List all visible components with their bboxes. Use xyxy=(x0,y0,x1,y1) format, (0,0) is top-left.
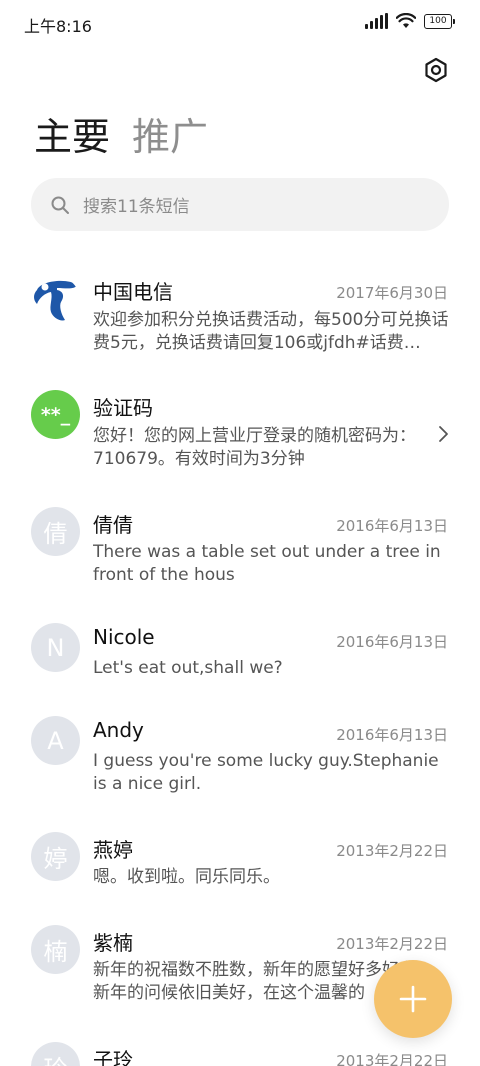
conversation-item[interactable]: N Nicole 2016年6月13日 Let's eat out,shall … xyxy=(0,619,480,699)
conversation-date: 2013年2月22日 xyxy=(336,842,448,860)
conversation-date: 2013年2月22日 xyxy=(336,1052,448,1066)
conversation-name: 紫楠 xyxy=(93,931,133,955)
avatar: A xyxy=(31,716,80,765)
conversation-item[interactable]: 玲 子玲 2013年2月22日 xyxy=(0,1038,480,1066)
wifi-icon xyxy=(396,13,416,28)
conversation-item[interactable]: 倩 倩倩 2016年6月13日 There was a table set ou… xyxy=(0,503,480,603)
conversation-date: 2016年6月13日 xyxy=(336,726,448,744)
avatar: 楠 xyxy=(31,925,80,974)
china-telecom-logo-icon xyxy=(31,276,80,325)
search-placeholder: 搜索11条短信 xyxy=(83,197,190,217)
conversation-preview: I guess you're some lucky guy.Stephanie … xyxy=(93,751,439,794)
settings-button[interactable] xyxy=(418,52,454,88)
status-time: 上午8:16 xyxy=(24,17,92,36)
status-bar: 上午8:16 100 xyxy=(0,0,480,46)
conversation-name: 燕婷 xyxy=(93,838,133,862)
conversation-preview: Let's eat out,shall we? xyxy=(93,658,283,678)
avatar: **_ xyxy=(31,390,80,439)
conversation-item[interactable]: 中国电信 2017年6月30日 欢迎参加积分兑换话费活动，每500分可兑换话费5… xyxy=(0,270,480,370)
conversation-item[interactable]: 婷 燕婷 2013年2月22日 嗯。收到啦。同乐同乐。 xyxy=(0,828,480,908)
conversation-preview: 欢迎参加积分兑换话费活动，每500分可兑换话费5元，兑换话费请回复106或jfd… xyxy=(93,310,449,353)
tab-bar: 主要 推广 xyxy=(34,112,208,162)
avatar: N xyxy=(31,623,80,672)
gear-icon xyxy=(425,57,447,83)
conversation-preview: There was a table set out under a tree i… xyxy=(93,542,441,585)
messages-screen: 上午8:16 100 主要 推广 搜索11条短信 中国电信 2017年6月30日… xyxy=(0,0,480,1066)
conversation-name: 验证码 xyxy=(93,396,153,420)
signal-icon xyxy=(365,13,388,29)
avatar: 玲 xyxy=(31,1042,80,1066)
avatar: 倩 xyxy=(31,507,80,556)
conversation-preview: 嗯。收到啦。同乐同乐。 xyxy=(93,867,280,887)
search-icon xyxy=(50,195,70,215)
conversation-date: 2013年2月22日 xyxy=(336,935,448,953)
conversation-item[interactable]: **_ 验证码 您好！您的网上营业厅登录的随机密码为：710679。有效时间为3… xyxy=(0,386,480,486)
conversation-item[interactable]: A Andy 2016年6月13日 I guess you're some lu… xyxy=(0,712,480,812)
tab-promotions[interactable]: 推广 xyxy=(132,112,208,162)
status-icons: 100 xyxy=(365,13,455,29)
plus-icon xyxy=(399,985,427,1013)
conversation-name: Andy xyxy=(93,718,144,742)
search-input[interactable]: 搜索11条短信 xyxy=(31,178,449,231)
new-message-button[interactable] xyxy=(374,960,452,1038)
conversation-name: 子玲 xyxy=(93,1048,133,1066)
conversation-name: 中国电信 xyxy=(93,280,173,304)
avatar: 婷 xyxy=(31,832,80,881)
battery-icon: 100 xyxy=(424,13,455,29)
conversation-date: 2017年6月30日 xyxy=(336,284,448,302)
conversation-date: 2016年6月13日 xyxy=(336,517,448,535)
conversation-preview: 您好！您的网上营业厅登录的随机密码为：710679。有效时间为3分钟 xyxy=(93,426,416,469)
conversation-name: 倩倩 xyxy=(93,513,133,537)
chevron-right-icon xyxy=(439,426,448,442)
conversation-date: 2016年6月13日 xyxy=(336,633,448,651)
conversation-name: Nicole xyxy=(93,625,155,649)
tab-primary[interactable]: 主要 xyxy=(34,112,110,162)
